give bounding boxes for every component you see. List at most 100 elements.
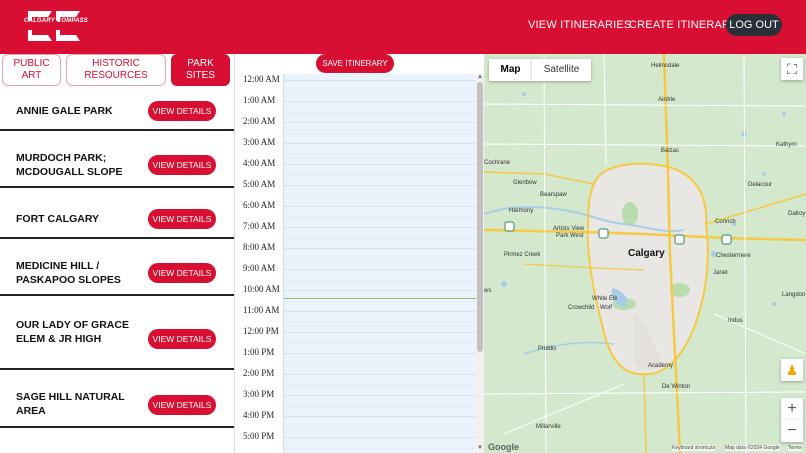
calendar-scrollbar[interactable]: ▲ ▼ — [476, 74, 484, 453]
city-label: Calgary — [628, 248, 665, 259]
time-slot-label: 6:00 AM — [243, 200, 276, 210]
town-label: Academy — [648, 363, 674, 369]
view-details-button[interactable]: VIEW DETAILS — [148, 209, 216, 229]
hour-gridline — [284, 311, 477, 312]
site-name: SAGE HILL NATURAL AREA — [16, 391, 125, 417]
site-list-panel: PUBLIC ART HISTORIC RESOURCES PARK SITES AN… — [0, 54, 234, 453]
town-label: Airdrie — [658, 97, 676, 103]
map-data-attribution: Map data ©2024 Google — [725, 445, 780, 451]
hour-gridline — [284, 248, 477, 249]
save-itinerary-button[interactable]: SAVE ITINERARY — [316, 54, 394, 73]
hour-gridline — [284, 227, 477, 228]
time-slot-label: 8:00 AM — [243, 242, 276, 252]
calendar-day-grid[interactable] — [283, 74, 477, 453]
hour-gridline — [284, 185, 477, 186]
site-row: FORT CALGARY VIEW DETAILS — [0, 188, 234, 239]
town-label: ws — [484, 288, 492, 294]
map-view[interactable]: Map Satellite ⛶ ♟ + − Calgary Helmsdale … — [484, 54, 806, 453]
view-details-button[interactable]: VIEW DETAILS — [148, 329, 216, 349]
hour-gridline — [284, 374, 477, 375]
town-label: Janet — [713, 270, 728, 276]
half-hour-gridline — [284, 342, 477, 344]
town-label: Cochrane — [484, 160, 511, 166]
hour-gridline — [284, 416, 477, 417]
tab-label-line2: RESOURCES — [84, 70, 148, 81]
view-details-button[interactable]: VIEW DETAILS — [148, 155, 216, 175]
town-label: Chestermere — [716, 253, 751, 259]
half-hour-gridline — [284, 405, 477, 407]
tab-label-line2: ART — [21, 70, 42, 81]
scroll-thumb[interactable] — [477, 82, 483, 352]
half-hour-gridline — [284, 90, 477, 92]
google-logo: Google — [488, 442, 519, 452]
time-slot-label: 11:00 AM — [243, 305, 280, 315]
hour-gridline — [284, 395, 477, 396]
tab-label-line1: HISTORIC — [92, 58, 140, 69]
scroll-up-arrow[interactable]: ▲ — [477, 74, 483, 80]
tab-park-sites[interactable]: PARK SITES — [171, 54, 230, 86]
half-hour-gridline — [284, 216, 477, 218]
half-hour-gridline — [284, 153, 477, 155]
half-hour-gridline — [284, 237, 477, 239]
zoom-out-button[interactable]: − — [781, 420, 803, 442]
logout-button[interactable]: LOG OUT — [726, 14, 782, 36]
scroll-down-arrow[interactable]: ▼ — [477, 445, 483, 451]
site-row: ANNIE GALE PARK VIEW DETAILS — [0, 89, 234, 131]
logo-text: CALGARY COMPASS — [24, 18, 89, 24]
time-slot-label: 1:00 PM — [243, 347, 275, 357]
hour-gridline — [284, 437, 477, 438]
calgary-compass-logo[interactable] — [22, 7, 86, 45]
hour-gridline — [284, 353, 477, 354]
zoom-in-button[interactable]: + — [781, 398, 803, 420]
time-slot-label: 3:00 AM — [243, 137, 276, 147]
town-label: De Winton — [662, 384, 691, 390]
town-label: Balzac — [661, 148, 680, 154]
half-hour-gridline — [284, 258, 477, 260]
terms-link[interactable]: Terms — [788, 445, 802, 451]
hour-gridline — [284, 290, 477, 291]
site-name: ANNIE GALE PARK — [16, 105, 113, 117]
view-itineraries-link[interactable]: VIEW ITINERARIES — [528, 19, 631, 31]
town-label: Delacour — [748, 182, 773, 188]
tab-historic-resources[interactable]: HISTORIC RESOURCES — [66, 54, 166, 86]
time-slot-label: 12:00 AM — [243, 74, 280, 84]
time-slot-label: 2:00 AM — [243, 116, 276, 126]
time-slot-label: 7:00 AM — [243, 221, 276, 231]
half-hour-gridline — [284, 321, 477, 323]
map-type-satellite-button[interactable]: Satellite — [532, 59, 591, 81]
pegman-icon[interactable]: ♟ — [781, 359, 803, 381]
tab-label-line1: PUBLIC — [13, 58, 50, 69]
town-label: Millarville — [536, 424, 561, 430]
keyboard-shortcuts-link[interactable]: Keyboard shortcuts — [672, 445, 716, 451]
half-hour-gridline — [284, 195, 477, 197]
time-slot-label: 9:00 AM — [243, 263, 276, 273]
view-details-button[interactable]: VIEW DETAILS — [148, 263, 216, 283]
view-details-button[interactable]: VIEW DETAILS — [148, 395, 216, 415]
time-slot-label: 10:00 AM — [243, 284, 280, 294]
fullscreen-icon[interactable]: ⛶ — [781, 58, 803, 80]
half-hour-gridline — [284, 363, 477, 365]
site-name: OUR LADY OF GRACE ELEM & JR HIGH — [16, 319, 129, 345]
time-slot-label: 4:00 PM — [243, 410, 275, 420]
half-hour-gridline — [284, 447, 477, 449]
half-hour-gridline — [284, 300, 477, 302]
site-row: MEDICINE HILL / PASKAPOO SLOPES VIEW DET… — [0, 239, 234, 296]
current-time-line — [284, 298, 477, 299]
half-hour-gridline — [284, 279, 477, 281]
time-slot-label: 5:00 PM — [243, 431, 275, 441]
view-details-button[interactable]: VIEW DETAILS — [148, 101, 216, 121]
hour-gridline — [284, 101, 477, 102]
map-footer: Google Keyboard shortcuts Map data ©2024… — [484, 442, 806, 453]
time-slot-label: 12:00 PM — [243, 326, 279, 336]
town-label: Langdon — [782, 292, 806, 298]
hour-gridline — [284, 122, 477, 123]
tab-label-line1: PARK — [187, 58, 214, 69]
map-type-map-button[interactable]: Map — [489, 59, 532, 81]
hour-gridline — [284, 269, 477, 270]
town-label: Priddis — [538, 346, 557, 352]
time-slot-label: 3:00 PM — [243, 389, 275, 399]
tab-public-art[interactable]: PUBLIC ART — [2, 54, 61, 86]
town-label: Pirmez Creek — [504, 252, 541, 258]
create-itinerary-link[interactable]: CREATE ITINERARY — [629, 19, 738, 31]
town-label: Helmsdale — [651, 63, 680, 69]
